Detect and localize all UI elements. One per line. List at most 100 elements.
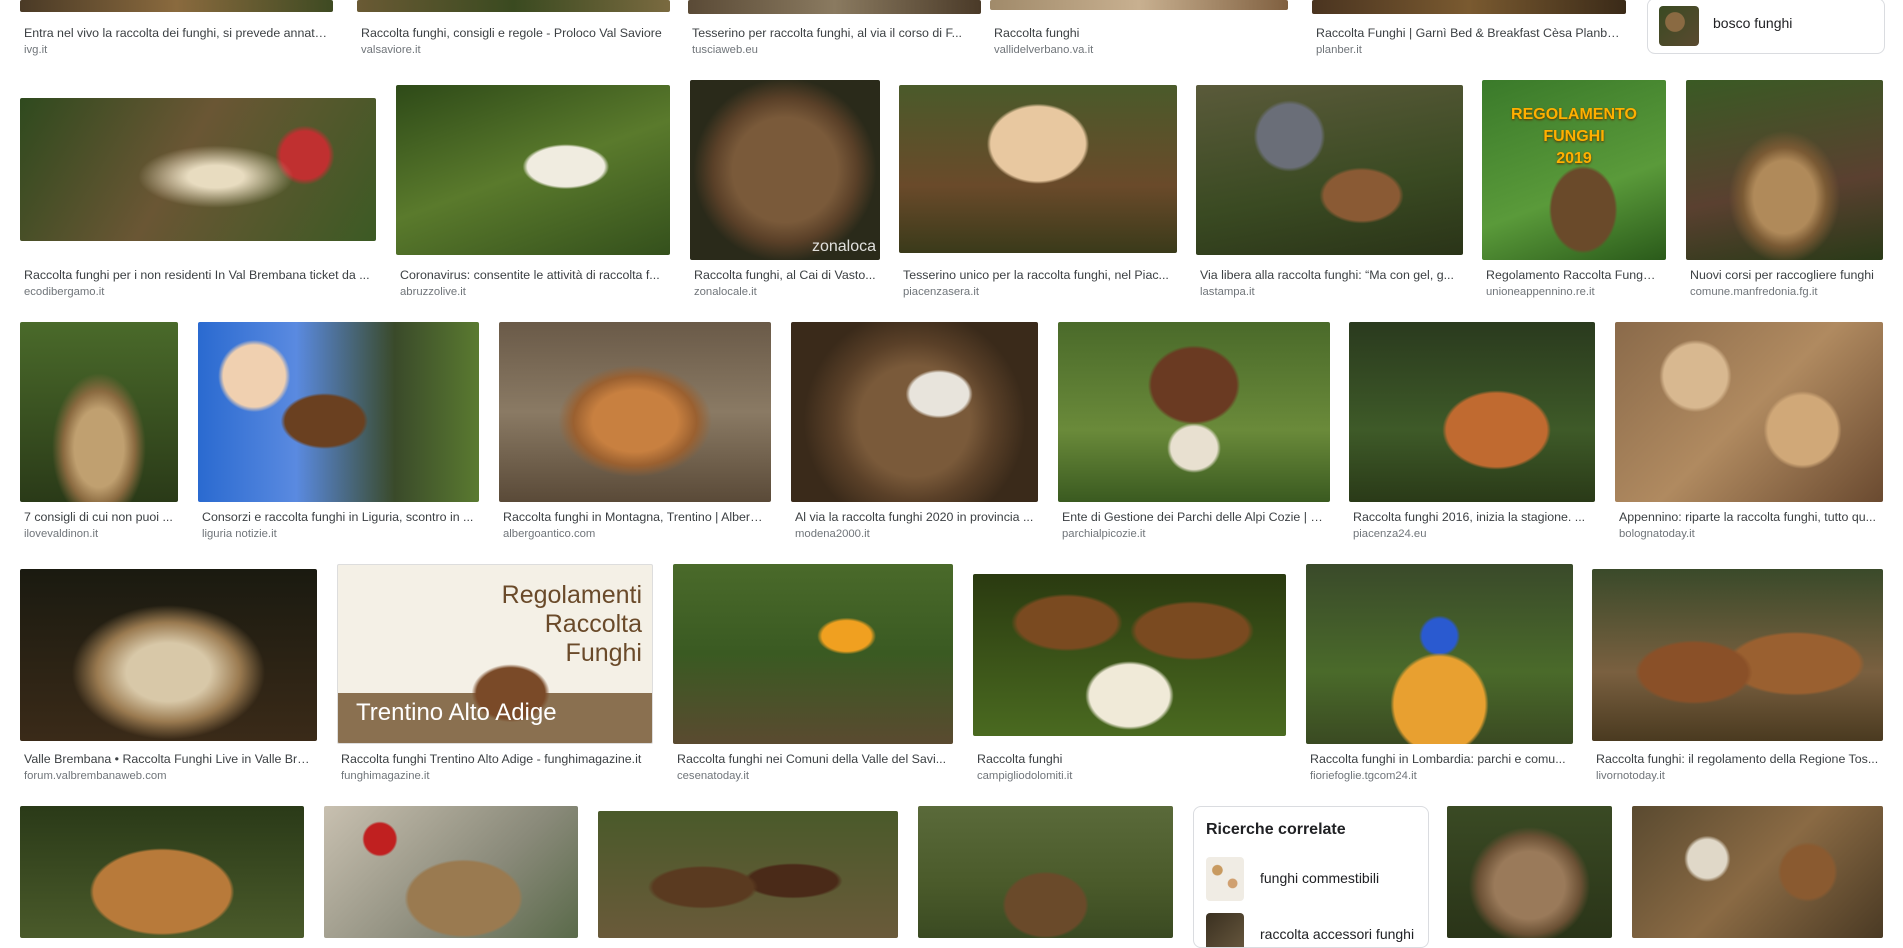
result-caption[interactable]: Tesserino unico per la raccolta funghi, … bbox=[903, 268, 1173, 283]
image-result-tile[interactable]: Entra nel vivo la raccolta dei funghi, s… bbox=[20, 0, 333, 60]
result-source[interactable]: zonalocale.it bbox=[694, 285, 876, 299]
image-result-tile[interactable]: Tesserino per raccolta funghi, al via il… bbox=[688, 0, 981, 60]
image-result-tile[interactable]: Raccolta funghi vallidelverbano.va.it bbox=[990, 0, 1288, 60]
result-caption[interactable]: Ente di Gestione dei Parchi delle Alpi C… bbox=[1062, 510, 1326, 525]
result-thumbnail[interactable] bbox=[918, 806, 1173, 938]
result-thumbnail[interactable] bbox=[357, 0, 670, 12]
result-source[interactable]: piacenza24.eu bbox=[1353, 527, 1591, 541]
image-result-tile[interactable]: Raccolta Funghi | Garnì Bed & Breakfast … bbox=[1312, 0, 1626, 60]
image-result-tile[interactable]: Raccolta funghi per i non residenti In V… bbox=[20, 80, 376, 302]
result-caption[interactable]: Appennino: riparte la raccolta funghi, t… bbox=[1619, 510, 1879, 525]
result-source[interactable]: abruzzolive.it bbox=[400, 285, 666, 299]
result-thumbnail[interactable] bbox=[20, 322, 178, 502]
result-caption[interactable]: Raccolta funghi in Montagna, Trentino | … bbox=[503, 510, 767, 525]
result-thumbnail[interactable] bbox=[973, 574, 1286, 736]
result-thumbnail[interactable] bbox=[899, 85, 1177, 253]
result-caption[interactable]: Raccolta Funghi | Garnì Bed & Breakfast … bbox=[1316, 26, 1622, 41]
result-thumbnail[interactable] bbox=[324, 806, 578, 938]
result-thumbnail[interactable]: Regolamenti Raccolta Funghi Trentino Alt… bbox=[337, 564, 653, 744]
image-result-tile[interactable]: Raccolta funghi 2016, inizia la stagione… bbox=[1349, 322, 1595, 544]
result-source[interactable]: tusciaweb.eu bbox=[692, 43, 977, 57]
image-result-tile[interactable]: Coronavirus: consentite le attività di r… bbox=[396, 80, 670, 302]
result-source[interactable]: vallidelverbano.va.it bbox=[994, 43, 1284, 57]
result-source[interactable]: liguria notizie.it bbox=[202, 527, 475, 541]
image-result-tile[interactable]: Consorzi e raccolta funghi in Liguria, s… bbox=[198, 322, 479, 544]
image-result-tile[interactable]: Nuovi corsi per raccogliere funghi comun… bbox=[1686, 80, 1883, 302]
image-result-tile[interactable]: Raccolta funghi nei Comuni della Valle d… bbox=[673, 564, 953, 786]
result-source[interactable]: campigliodolomiti.it bbox=[977, 769, 1282, 783]
result-source[interactable]: comune.manfredonia.fg.it bbox=[1690, 285, 1879, 299]
result-thumbnail[interactable] bbox=[1058, 322, 1330, 502]
result-caption[interactable]: Valle Brembana • Raccolta Funghi Live in… bbox=[24, 752, 313, 767]
result-thumbnail[interactable] bbox=[1312, 0, 1626, 14]
image-result-tile[interactable]: REGOLAMENTO FUNGHI 2019 Regolamento Racc… bbox=[1482, 80, 1666, 302]
result-thumbnail[interactable] bbox=[396, 85, 670, 255]
result-caption[interactable]: Raccolta funghi, consigli e regole - Pro… bbox=[361, 26, 666, 41]
result-thumbnail[interactable] bbox=[791, 322, 1038, 502]
image-result-tile[interactable]: Ente di Gestione dei Parchi delle Alpi C… bbox=[1058, 322, 1330, 544]
result-caption[interactable]: Raccolta funghi in Lombardia: parchi e c… bbox=[1310, 752, 1569, 767]
image-result-tile[interactable]: Raccolta funghi campigliodolomiti.it bbox=[973, 564, 1286, 786]
result-caption[interactable]: Via libera alla raccolta funghi: “Ma con… bbox=[1200, 268, 1459, 283]
result-thumbnail[interactable] bbox=[598, 811, 898, 938]
result-thumbnail[interactable] bbox=[1632, 806, 1883, 938]
result-thumbnail[interactable]: zonaloca bbox=[690, 80, 880, 260]
related-search-item[interactable]: raccolta accessori funghi bbox=[1206, 913, 1416, 947]
result-caption[interactable]: Raccolta funghi bbox=[994, 26, 1284, 41]
result-thumbnail[interactable] bbox=[1447, 806, 1612, 938]
result-source[interactable]: unioneappennino.re.it bbox=[1486, 285, 1662, 299]
result-caption[interactable]: Coronavirus: consentite le attività di r… bbox=[400, 268, 666, 283]
result-thumbnail[interactable]: REGOLAMENTO FUNGHI 2019 bbox=[1482, 80, 1666, 260]
related-search-item[interactable]: funghi commestibili bbox=[1206, 857, 1416, 901]
result-thumbnail[interactable] bbox=[1196, 85, 1463, 255]
image-result-tile[interactable]: 7 consigli di cui non puoi ... ilovevald… bbox=[20, 322, 178, 544]
result-thumbnail[interactable] bbox=[1615, 322, 1883, 502]
result-thumbnail[interactable] bbox=[20, 0, 333, 12]
result-thumbnail[interactable] bbox=[1349, 322, 1595, 502]
result-thumbnail[interactable] bbox=[1686, 80, 1883, 260]
image-result-tile[interactable]: Via libera alla raccolta funghi: “Ma con… bbox=[1196, 80, 1463, 302]
image-result-tile[interactable]: Raccolta funghi in Montagna, Trentino | … bbox=[499, 322, 771, 544]
result-caption[interactable]: Nuovi corsi per raccogliere funghi bbox=[1690, 268, 1879, 283]
result-source[interactable]: livornotoday.it bbox=[1596, 769, 1879, 783]
result-source[interactable]: forum.valbrembanaweb.com bbox=[24, 769, 313, 783]
result-source[interactable]: piacenzasera.it bbox=[903, 285, 1173, 299]
result-source[interactable]: funghimagazine.it bbox=[341, 769, 649, 783]
image-result-tile[interactable]: Appennino: riparte la raccolta funghi, t… bbox=[1615, 322, 1883, 544]
result-source[interactable]: parchialpicozie.it bbox=[1062, 527, 1326, 541]
result-thumbnail[interactable] bbox=[688, 0, 981, 14]
result-thumbnail[interactable] bbox=[1306, 564, 1573, 744]
image-result-tile[interactable] bbox=[324, 806, 578, 938]
result-source[interactable]: lastampa.it bbox=[1200, 285, 1459, 299]
result-source[interactable]: modena2000.it bbox=[795, 527, 1034, 541]
image-result-tile[interactable]: Raccolta funghi: il regolamento della Re… bbox=[1592, 564, 1883, 786]
image-result-tile[interactable]: Raccolta funghi, consigli e regole - Pro… bbox=[357, 0, 670, 60]
result-source[interactable]: planber.it bbox=[1316, 43, 1622, 57]
result-source[interactable]: ecodibergamo.it bbox=[24, 285, 372, 299]
result-caption[interactable]: Raccolta funghi: il regolamento della Re… bbox=[1596, 752, 1879, 767]
result-caption[interactable]: Raccolta funghi per i non residenti In V… bbox=[24, 268, 372, 283]
result-caption[interactable]: Entra nel vivo la raccolta dei funghi, s… bbox=[24, 26, 329, 41]
image-result-tile[interactable]: Valle Brembana • Raccolta Funghi Live in… bbox=[20, 564, 317, 786]
result-thumbnail[interactable] bbox=[499, 322, 771, 502]
image-result-tile[interactable] bbox=[20, 806, 304, 938]
result-caption[interactable]: 7 consigli di cui non puoi ... bbox=[24, 510, 174, 525]
image-result-tile[interactable] bbox=[598, 806, 898, 938]
result-thumbnail[interactable] bbox=[20, 98, 376, 241]
result-source[interactable]: valsaviore.it bbox=[361, 43, 666, 57]
image-result-tile[interactable] bbox=[918, 806, 1173, 938]
image-result-tile[interactable]: Regolamenti Raccolta Funghi Trentino Alt… bbox=[337, 564, 653, 786]
result-caption[interactable]: Raccolta funghi Trentino Alto Adige - fu… bbox=[341, 752, 649, 767]
result-caption[interactable]: Tesserino per raccolta funghi, al via il… bbox=[692, 26, 977, 41]
image-result-tile[interactable] bbox=[1447, 806, 1612, 938]
result-thumbnail[interactable] bbox=[20, 569, 317, 741]
result-thumbnail[interactable] bbox=[1592, 569, 1883, 741]
result-source[interactable]: albergoantico.com bbox=[503, 527, 767, 541]
image-result-tile[interactable]: Tesserino unico per la raccolta funghi, … bbox=[899, 80, 1177, 302]
result-thumbnail[interactable] bbox=[198, 322, 479, 502]
result-caption[interactable]: Al via la raccolta funghi 2020 in provin… bbox=[795, 510, 1034, 525]
result-caption[interactable]: Consorzi e raccolta funghi in Liguria, s… bbox=[202, 510, 475, 525]
result-caption[interactable]: Regolamento Raccolta Funghi... bbox=[1486, 268, 1662, 283]
result-source[interactable]: bolognatoday.it bbox=[1619, 527, 1879, 541]
result-source[interactable]: ilovevaldinon.it bbox=[24, 527, 174, 541]
